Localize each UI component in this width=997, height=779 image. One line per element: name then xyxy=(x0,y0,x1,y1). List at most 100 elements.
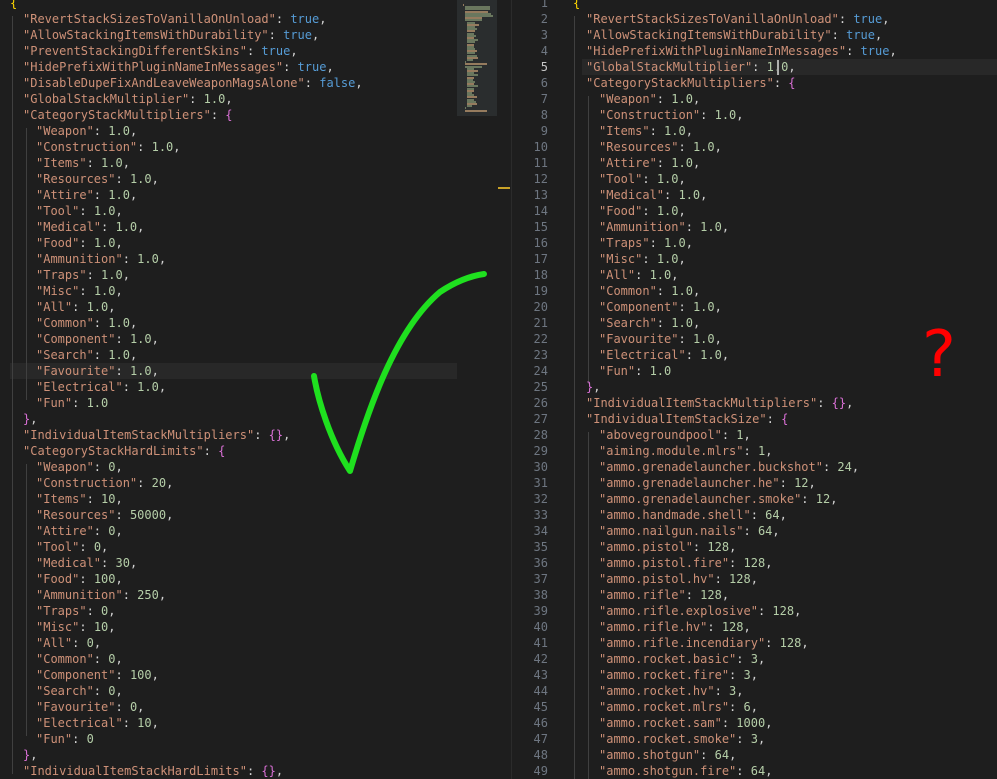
code-line[interactable]: "CategoryStackMultipliers": { xyxy=(0,107,512,123)
code-line[interactable]: 40 "ammo.rifle.hv": 128, xyxy=(512,619,997,635)
left-editor-pane[interactable]: {"RevertStackSizesToVanillaOnUnload": tr… xyxy=(0,0,512,779)
code-line[interactable]: "Common": 1.0, xyxy=(0,315,512,331)
code-line[interactable]: { xyxy=(0,0,512,11)
code-line[interactable]: "DisableDupeFixAndLeaveWeaponMagsAlone":… xyxy=(0,75,512,91)
code-line[interactable]: 38 "ammo.rifle": 128, xyxy=(512,587,997,603)
code-line[interactable]: "Fun": 1.0 xyxy=(0,395,512,411)
code-line[interactable]: "Common": 0, xyxy=(0,651,512,667)
code-line[interactable]: "CategoryStackHardLimits": { xyxy=(0,443,512,459)
code-line[interactable]: 29 "aiming.module.mlrs": 1, xyxy=(512,443,997,459)
code-line[interactable]: 36 "ammo.pistol.fire": 128, xyxy=(512,555,997,571)
code-line[interactable]: 13 "Medical": 1.0, xyxy=(512,187,997,203)
code-line[interactable]: "Search": 1.0, xyxy=(0,347,512,363)
code-line[interactable]: 16 "Traps": 1.0, xyxy=(512,235,997,251)
code-token: "ammo.handmade.shell" xyxy=(599,508,751,522)
code-line[interactable]: 12 "Tool": 1.0, xyxy=(512,171,997,187)
code-line[interactable]: "Food": 100, xyxy=(0,571,512,587)
code-line[interactable]: "Medical": 30, xyxy=(0,555,512,571)
question-mark-annotation: ? xyxy=(922,318,956,392)
code-line[interactable]: "RevertStackSizesToVanillaOnUnload": tru… xyxy=(0,11,512,27)
code-line[interactable]: 8 "Construction": 1.0, xyxy=(512,107,997,123)
code-line[interactable]: 35 "ammo.pistol": 128, xyxy=(512,539,997,555)
code-line[interactable]: "Electrical": 1.0, xyxy=(0,379,512,395)
code-token: : xyxy=(700,108,715,122)
code-line[interactable]: 30 "ammo.grenadelauncher.buckshot": 24, xyxy=(512,459,997,475)
code-line[interactable]: 37 "ammo.pistol.hv": 128, xyxy=(512,571,997,587)
code-line[interactable]: 49 "ammo.shotgun.fire": 64, xyxy=(512,763,997,779)
code-line[interactable]: "Ammunition": 250, xyxy=(0,587,512,603)
code-line[interactable]: "HidePrefixWithPluginNameInMessages": tr… xyxy=(0,59,512,75)
code-line[interactable]: "Component": 100, xyxy=(0,667,512,683)
code-line[interactable]: 11 "Attire": 1.0, xyxy=(512,155,997,171)
code-line[interactable]: 7 "Weapon": 1.0, xyxy=(512,91,997,107)
code-text: "Attire": 1.0, xyxy=(36,187,137,203)
code-line[interactable]: "All": 0, xyxy=(0,635,512,651)
code-line[interactable]: 31 "ammo.grenadelauncher.he": 12, xyxy=(512,475,997,491)
code-line[interactable]: "Weapon": 1.0, xyxy=(0,123,512,139)
code-line[interactable]: "Misc": 1.0, xyxy=(0,283,512,299)
code-line[interactable]: 27 "IndividualItemStackSize": { xyxy=(512,411,997,427)
code-line[interactable]: 45 "ammo.rocket.mlrs": 6, xyxy=(512,699,997,715)
code-line[interactable]: 9 "Items": 1.0, xyxy=(512,123,997,139)
code-line[interactable]: "Ammunition": 1.0, xyxy=(0,251,512,267)
code-token: , xyxy=(721,220,730,234)
code-line[interactable]: 18 "All": 1.0, xyxy=(512,267,997,283)
code-line[interactable]: 19 "Common": 1.0, xyxy=(512,283,997,299)
code-line[interactable]: "Medical": 1.0, xyxy=(0,219,512,235)
code-line[interactable]: 10 "Resources": 1.0, xyxy=(512,139,997,155)
code-line[interactable]: 14 "Food": 1.0, xyxy=(512,203,997,219)
code-line[interactable]: "All": 1.0, xyxy=(0,299,512,315)
code-line[interactable]: 46 "ammo.rocket.sam": 1000, xyxy=(512,715,997,731)
code-line[interactable]: "GlobalStackMultiplier": 1.0, xyxy=(0,91,512,107)
code-line[interactable]: "Component": 1.0, xyxy=(0,331,512,347)
code-line[interactable]: "Attire": 0, xyxy=(0,523,512,539)
code-line[interactable]: 15 "Ammunition": 1.0, xyxy=(512,219,997,235)
code-line[interactable]: 28 "abovegroundpool": 1, xyxy=(512,427,997,443)
code-line[interactable]: "Resources": 1.0, xyxy=(0,171,512,187)
code-line[interactable]: "IndividualItemStackMultipliers": {}, xyxy=(0,427,512,443)
code-line[interactable]: "PreventStackingDifferentSkins": true, xyxy=(0,43,512,59)
code-line[interactable]: "Items": 1.0, xyxy=(0,155,512,171)
code-line[interactable]: 39 "ammo.rifle.explosive": 128, xyxy=(512,603,997,619)
code-line[interactable]: "Misc": 10, xyxy=(0,619,512,635)
code-line[interactable]: }, xyxy=(0,411,512,427)
code-line[interactable]: "IndividualItemStackHardLimits": {}, xyxy=(0,763,512,779)
code-line[interactable]: "Favourite": 0, xyxy=(0,699,512,715)
code-line[interactable]: }, xyxy=(0,747,512,763)
code-line[interactable]: "Fun": 0 xyxy=(0,731,512,747)
code-line[interactable]: 41 "ammo.rifle.incendiary": 128, xyxy=(512,635,997,651)
code-line[interactable]: "Attire": 1.0, xyxy=(0,187,512,203)
code-line[interactable]: 44 "ammo.rocket.hv": 3, xyxy=(512,683,997,699)
code-line[interactable]: "Construction": 20, xyxy=(0,475,512,491)
minimap[interactable] xyxy=(457,0,497,116)
code-line[interactable]: 6 "CategoryStackMultipliers": { xyxy=(512,75,997,91)
code-line[interactable]: "Traps": 0, xyxy=(0,603,512,619)
code-line[interactable]: 47 "ammo.rocket.smoke": 3, xyxy=(512,731,997,747)
code-line[interactable]: 33 "ammo.handmade.shell": 64, xyxy=(512,507,997,523)
code-line[interactable]: "Resources": 50000, xyxy=(0,507,512,523)
code-token: { xyxy=(573,0,581,10)
code-line[interactable]: "Electrical": 10, xyxy=(0,715,512,731)
code-line[interactable]: 48 "ammo.shotgun": 64, xyxy=(512,747,997,763)
code-line[interactable]: "Search": 0, xyxy=(0,683,512,699)
code-line[interactable]: "Food": 1.0, xyxy=(0,235,512,251)
code-line[interactable]: 17 "Misc": 1.0, xyxy=(512,251,997,267)
code-line[interactable]: "AllowStackingItemsWithDurability": true… xyxy=(0,27,512,43)
code-line[interactable]: 42 "ammo.rocket.basic": 3, xyxy=(512,651,997,667)
code-line[interactable]: "Construction": 1.0, xyxy=(0,139,512,155)
code-line[interactable]: "Weapon": 0, xyxy=(0,459,512,475)
code-line[interactable]: 34 "ammo.nailgun.nails": 64, xyxy=(512,523,997,539)
code-line[interactable]: "Traps": 1.0, xyxy=(0,267,512,283)
code-line[interactable]: 3 "AllowStackingItemsWithDurability": tru… xyxy=(512,27,997,43)
code-line[interactable]: 5 "GlobalStackMultiplier": 1.0, xyxy=(512,59,997,75)
code-line[interactable]: "Items": 10, xyxy=(0,491,512,507)
code-line[interactable]: 32 "ammo.grenadelauncher.smoke": 12, xyxy=(512,491,997,507)
code-line[interactable]: 43 "ammo.rocket.fire": 3, xyxy=(512,667,997,683)
code-line[interactable]: "Tool": 1.0, xyxy=(0,203,512,219)
code-line[interactable]: 1{ xyxy=(512,0,997,11)
code-line[interactable]: "Favourite": 1.0, xyxy=(0,363,512,379)
code-line[interactable]: 4 "HidePrefixWithPluginNameInMessages": t… xyxy=(512,43,997,59)
code-token: : xyxy=(656,92,672,106)
code-line[interactable]: 2 "RevertStackSizesToVanillaOnUnload": tr… xyxy=(512,11,997,27)
code-line[interactable]: "Tool": 0, xyxy=(0,539,512,555)
